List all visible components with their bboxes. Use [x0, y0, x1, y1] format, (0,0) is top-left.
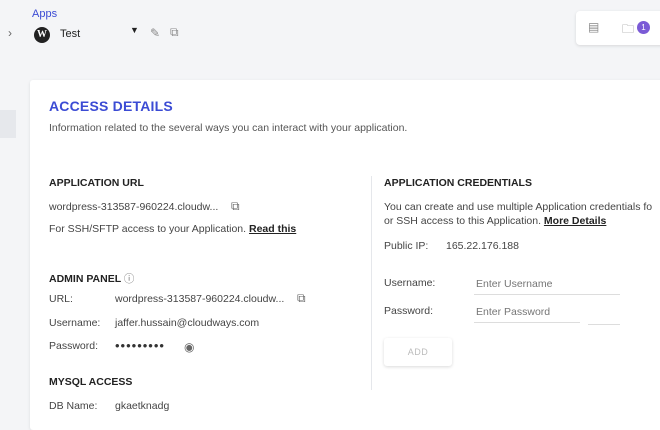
list-icon[interactable]: ▤	[588, 20, 599, 34]
external-link-icon[interactable]: ⧉	[231, 199, 240, 214]
admin-panel-title: ADMIN PANEL	[49, 273, 121, 285]
admin-panel-heading: ADMIN PANEL ⓘ	[49, 271, 134, 286]
external-link-icon[interactable]: ⧉	[170, 25, 179, 40]
ssh-info-text: For SSH/SFTP access to your Application.	[49, 223, 247, 235]
password-input[interactable]	[474, 306, 580, 323]
admin-url-value[interactable]: wordpress-313587-960224.cloudw...	[115, 293, 284, 305]
admin-username-label: Username:	[49, 317, 101, 329]
folder-icon[interactable]: 🗀	[622, 20, 634, 41]
username-input[interactable]	[474, 278, 620, 295]
admin-url-label: URL:	[49, 293, 73, 305]
application-url-value[interactable]: wordpress-313587-960224.cloudw...	[49, 201, 218, 213]
cred-username-label: Username:	[384, 277, 436, 289]
app-name: Test	[60, 28, 81, 40]
top-bar: › Apps W Test ▼ ✎ ⧉ ▤ 🗀 1	[0, 0, 660, 60]
credentials-desc-line1: You can create and use multiple Applicat…	[384, 201, 653, 213]
credentials-desc-line2: or SSH access to this Application. More …	[384, 215, 606, 227]
info-icon[interactable]: ⓘ	[124, 273, 135, 285]
password-generate-field[interactable]	[588, 306, 620, 325]
add-button[interactable]: ADD	[384, 338, 452, 366]
top-right-panel: ▤ 🗀 1	[576, 11, 660, 45]
wordpress-icon: W	[34, 27, 50, 43]
db-name-value: gkaetknadg	[115, 400, 170, 412]
expand-chevron-icon[interactable]: ›	[8, 26, 12, 40]
page-title: ACCESS DETAILS	[49, 98, 173, 114]
eye-icon[interactable]: ◉	[184, 340, 194, 354]
db-name-label: DB Name:	[49, 400, 98, 412]
notification-badge: 1	[637, 21, 650, 34]
column-divider	[371, 176, 372, 390]
apps-label: Apps	[32, 8, 58, 20]
access-details-card: ACCESS DETAILS Information related to th…	[30, 80, 660, 430]
ssh-info: For SSH/SFTP access to your Application.…	[49, 223, 296, 235]
admin-password-label: Password:	[49, 340, 99, 352]
mysql-heading: MYSQL ACCESS	[49, 376, 133, 388]
more-details-link[interactable]: More Details	[544, 215, 606, 227]
admin-username-value: jaffer.hussain@cloudways.com	[115, 317, 260, 329]
public-ip-label: Public IP:	[384, 240, 429, 252]
public-ip-value: 165.22.176.188	[446, 240, 519, 252]
application-url-heading: APPLICATION URL	[49, 177, 144, 189]
edit-icon[interactable]: ✎	[150, 26, 160, 40]
app-credentials-heading: APPLICATION CREDENTIALS	[384, 177, 532, 189]
cred-password-label: Password:	[384, 305, 434, 317]
credentials-desc-text: or SSH access to this Application.	[384, 215, 541, 227]
chevron-down-icon[interactable]: ▼	[130, 25, 139, 35]
read-this-link[interactable]: Read this	[249, 223, 296, 235]
external-link-icon[interactable]: ⧉	[297, 291, 306, 306]
sidebar-stub	[0, 110, 16, 138]
app-selector[interactable]: W Test ▼	[34, 24, 144, 46]
page-subtitle: Information related to the several ways …	[49, 122, 408, 134]
admin-password-value: •••••••••	[115, 338, 165, 353]
